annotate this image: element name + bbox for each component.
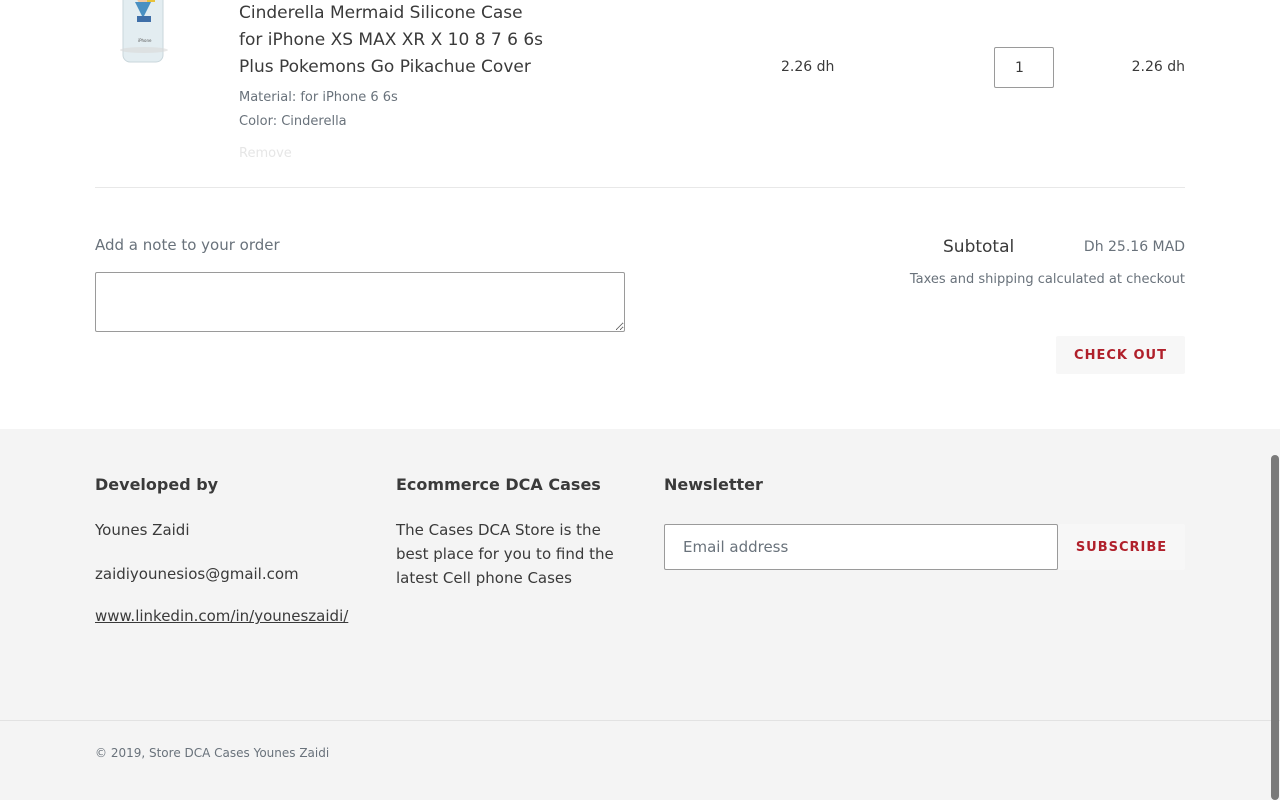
- phone-case-image-icon: iPhone: [120, 0, 168, 63]
- quantity-input[interactable]: [994, 47, 1054, 88]
- product-material: Material: for iPhone 6 6s: [239, 90, 398, 105]
- order-note-label: Add a note to your order: [95, 236, 280, 254]
- newsletter-email-input[interactable]: [664, 524, 1058, 570]
- svg-text:iPhone: iPhone: [138, 38, 152, 43]
- tax-shipping-note: Taxes and shipping calculated at checkou…: [909, 272, 1185, 287]
- newsletter-heading: Newsletter: [664, 475, 763, 494]
- product-title-line: Cinderella Mermaid Silicone Case: [239, 3, 523, 23]
- developer-email: zaidiyounesios@gmail.com: [95, 565, 299, 583]
- about-text-line: latest Cell phone Cases: [396, 569, 572, 587]
- product-color: Color: Cinderella: [239, 114, 347, 129]
- subscribe-button[interactable]: SUBSCRIBE: [1058, 524, 1185, 570]
- subtotal-label: Subtotal: [943, 237, 1015, 257]
- product-title-line: for iPhone XS MAX XR X 10 8 7 6 6s: [239, 30, 544, 50]
- developer-name: Younes Zaidi: [95, 521, 190, 539]
- checkout-button[interactable]: CHECK OUT: [1056, 336, 1185, 374]
- unit-price: 2.26 dh: [781, 59, 835, 75]
- footer-divider: [0, 720, 1280, 721]
- scrollbar-thumb[interactable]: [1271, 455, 1279, 800]
- order-note-textarea[interactable]: [95, 272, 625, 332]
- product-title[interactable]: Cinderella Mermaid Silicone Case for iPh…: [239, 0, 569, 81]
- site-footer: Developed by Younes Zaidi zaidiyounesios…: [0, 429, 1280, 800]
- remove-item-link[interactable]: Remove: [239, 146, 292, 161]
- subtotal-value: Dh 25.16 MAD: [1083, 239, 1185, 255]
- linkedin-link[interactable]: www.linkedin.com/in/youneszaidi/: [95, 607, 348, 625]
- developed-by-heading: Developed by: [95, 475, 219, 494]
- product-thumbnail[interactable]: iPhone: [113, 0, 175, 66]
- about-text-line: The Cases DCA Store is the: [396, 521, 601, 539]
- about-heading: Ecommerce DCA Cases: [396, 475, 601, 494]
- line-total: 2.26 dh: [1131, 59, 1185, 75]
- about-text-line: best place for you to find the: [396, 545, 614, 563]
- product-title-line: Plus Pokemons Go Pikachue Cover: [239, 57, 531, 77]
- cart-line-item: iPhone Cinderella Mermaid Silicone Case …: [95, 0, 1185, 188]
- copyright-text: © 2019, Store DCA Cases Younes Zaidi: [95, 746, 330, 760]
